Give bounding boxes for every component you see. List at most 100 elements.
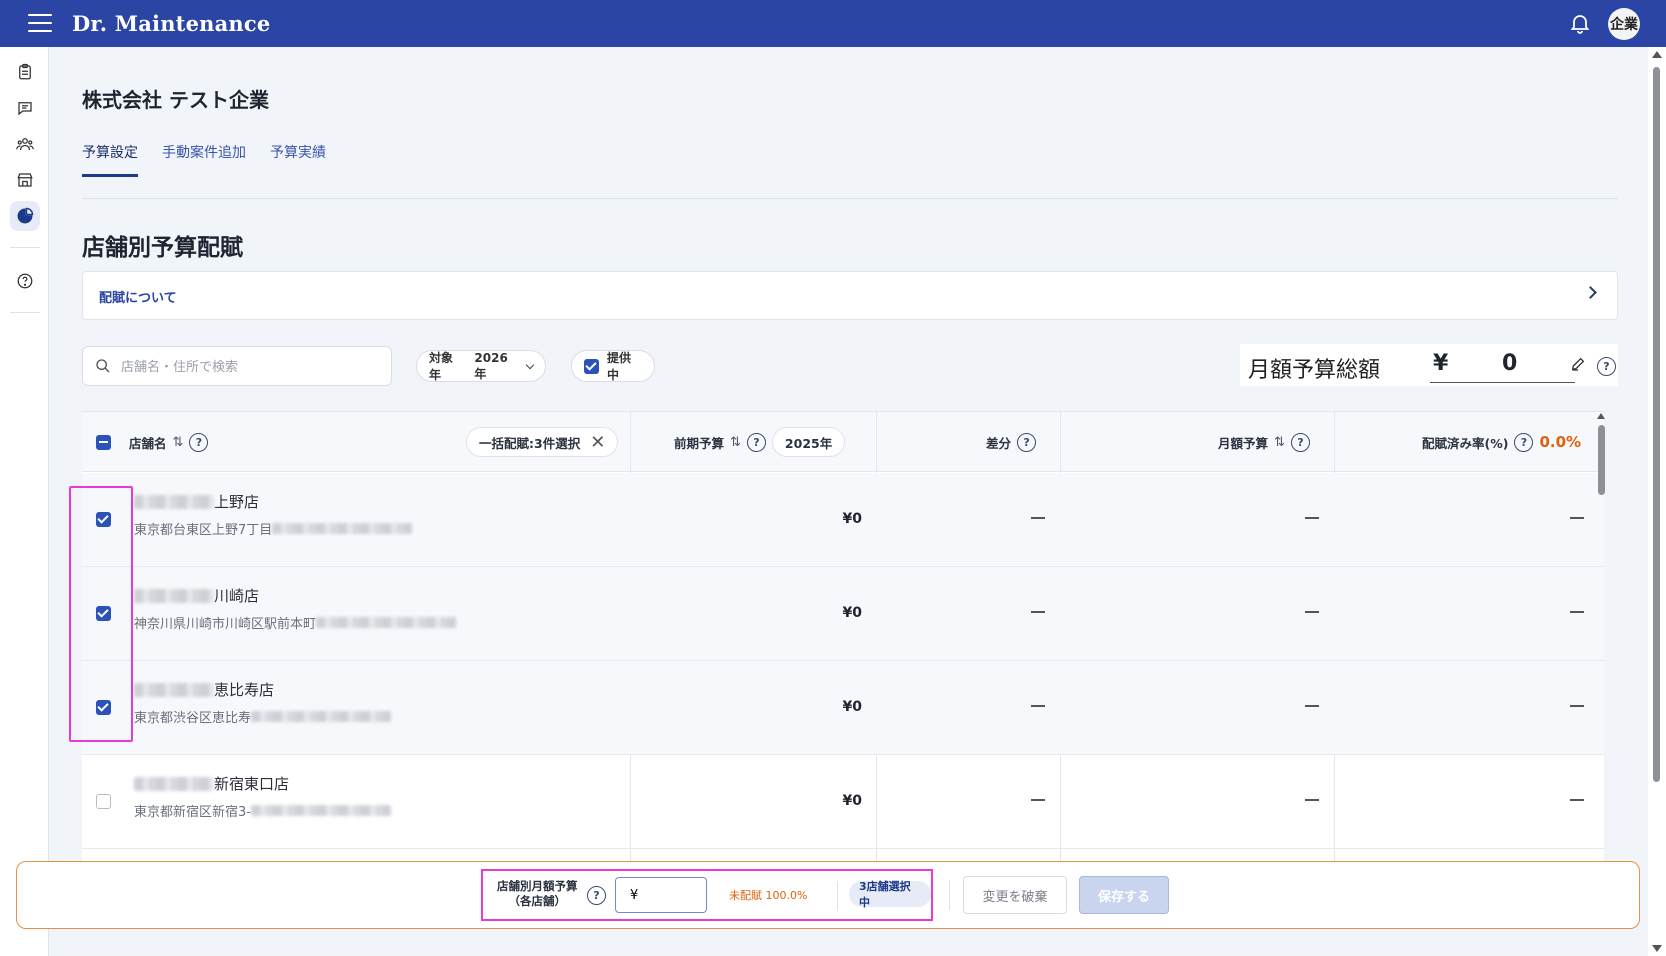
table-row[interactable]: 川崎店 神奈川県川崎市川崎区駅前本町 ¥0 xyxy=(82,567,1604,661)
save-button[interactable]: 保存する xyxy=(1079,876,1169,914)
diff-empty-dash xyxy=(1031,799,1045,801)
row-checkbox[interactable] xyxy=(96,512,111,527)
store-name-help-icon[interactable]: ? xyxy=(189,432,209,452)
active-filter-checkbox[interactable] xyxy=(584,358,599,374)
row-checkbox[interactable] xyxy=(96,606,111,621)
store-name: 恵比寿店 xyxy=(134,679,274,700)
prev-budget-cell: ¥0 xyxy=(842,793,862,809)
header-prev-budget: 前期予算 ⇅ ? 2025年 xyxy=(674,412,846,472)
table-scrollbar[interactable] xyxy=(1596,411,1608,871)
redacted-text xyxy=(316,617,457,628)
active-filter-label: 提供中 xyxy=(607,351,632,382)
store-address: 神奈川県川崎市川崎区駅前本町 xyxy=(134,613,457,632)
alloc-rate-empty-dash xyxy=(1570,611,1584,613)
tab-budget-settings[interactable]: 予算設定 xyxy=(82,142,138,177)
header-store-name-label: 店舗名 xyxy=(129,435,167,451)
bulk-budget-input[interactable] xyxy=(615,877,707,913)
bulk-budget-group: 店舗別月額予算 （各店舗） ? 未配賦 100.0% 3店舗選択中 xyxy=(481,869,933,921)
store-address-text: 東京都渋谷区恵比寿 xyxy=(134,711,252,726)
header-monthly-budget-label: 月額予算 xyxy=(1218,435,1269,451)
budget-total-value[interactable]: 0 xyxy=(1502,351,1517,376)
prev-budget-cell: ¥0 xyxy=(842,511,862,527)
store-name: 上野店 xyxy=(134,491,259,512)
store-name-suffix: 上野店 xyxy=(214,493,260,511)
redacted-text xyxy=(134,682,214,697)
bulk-budget-label: 店舗別月額予算 （各店舗） xyxy=(497,879,578,909)
store-name-suffix: 新宿東口店 xyxy=(214,775,290,793)
tab-budget-actual[interactable]: 予算実績 xyxy=(270,142,326,177)
budget-pie-icon[interactable] xyxy=(10,201,40,231)
diff-help-icon[interactable]: ? xyxy=(1017,432,1037,452)
top-app-bar: Dr. Maintenance 企業 xyxy=(0,0,1666,47)
brand-logo[interactable]: Dr. Maintenance xyxy=(72,11,270,36)
redacted-text xyxy=(251,711,392,722)
bulk-budget-help-icon[interactable]: ? xyxy=(587,886,606,905)
store-icon[interactable] xyxy=(10,165,40,195)
table-row[interactable]: 上野店 東京都台東区上野7丁目 ¥0 xyxy=(82,473,1604,567)
diff-empty-dash xyxy=(1031,705,1045,707)
prev-budget-help-icon[interactable]: ? xyxy=(746,432,766,452)
budget-total-currency: ¥ xyxy=(1433,351,1449,376)
bulk-budget-label-line1: 店舗別月額予算 xyxy=(497,879,578,893)
search-icon xyxy=(96,359,110,373)
company-name: 株式会社 テスト企業 xyxy=(82,88,269,112)
monthly-budget-empty-dash[interactable] xyxy=(1305,517,1319,519)
redacted-text xyxy=(134,494,214,509)
edit-pencil-icon[interactable] xyxy=(1570,356,1586,372)
unallocated-status: 未配賦 100.0% xyxy=(729,889,808,902)
avatar[interactable]: 企業 xyxy=(1608,8,1640,40)
side-nav xyxy=(0,47,49,956)
clipboard-icon[interactable] xyxy=(10,57,40,87)
store-name-suffix: 川崎店 xyxy=(214,587,260,605)
users-icon[interactable] xyxy=(10,129,40,159)
header-alloc-rate-label: 配賦済み率(%) xyxy=(1422,435,1509,451)
budget-total-help-icon[interactable]: ? xyxy=(1597,357,1616,376)
header-alloc-rate: 配賦済み率(%) ? 0.0% xyxy=(1422,412,1581,472)
search-box xyxy=(82,346,392,386)
help-icon[interactable] xyxy=(10,266,40,296)
alloc-rate-help-icon[interactable]: ? xyxy=(1514,432,1534,452)
chat-icon[interactable] xyxy=(10,93,40,123)
alloc-rate-value: 0.0% xyxy=(1539,433,1582,451)
monthly-budget-empty-dash[interactable] xyxy=(1305,705,1319,707)
alloc-rate-empty-dash xyxy=(1570,517,1584,519)
discard-changes-button[interactable]: 変更を破棄 xyxy=(963,876,1067,914)
row-checkbox[interactable] xyxy=(96,700,111,715)
prev-budget-cell: ¥0 xyxy=(842,699,862,715)
page-scrollbar[interactable] xyxy=(1648,47,1666,956)
store-address-text: 東京都新宿区新宿3- xyxy=(134,805,251,820)
table-row[interactable]: 新宿東口店 東京都新宿区新宿3- ¥0 xyxy=(82,755,1604,849)
header-bulk-chip-wrap: 一括配賦:3件選択 ✕ xyxy=(466,412,619,472)
menu-icon[interactable] xyxy=(28,14,52,32)
about-allocation-link[interactable]: 配賦について xyxy=(82,271,1618,320)
table-row[interactable]: 恵比寿店 東京都渋谷区恵比寿 ¥0 xyxy=(82,661,1604,755)
tab-manual-add[interactable]: 手動案件追加 xyxy=(162,142,246,177)
store-address: 東京都新宿区新宿3- xyxy=(134,801,391,820)
bell-icon[interactable] xyxy=(1568,11,1592,35)
sort-icon[interactable]: ⇅ xyxy=(173,435,184,450)
store-budget-table: 店舗名 ⇅ ? 一括配賦:3件選択 ✕ 前期予算 ⇅ ? 2025年 差分 ? … xyxy=(82,411,1604,871)
store-name-suffix: 恵比寿店 xyxy=(214,681,275,699)
row-checkbox[interactable] xyxy=(96,794,111,809)
table-header: 店舗名 ⇅ ? 一括配賦:3件選択 ✕ 前期予算 ⇅ ? 2025年 差分 ? … xyxy=(82,412,1604,472)
prev-year-chip[interactable]: 2025年 xyxy=(771,427,846,457)
monthly-budget-empty-dash[interactable] xyxy=(1305,799,1319,801)
active-filter-toggle[interactable]: 提供中 xyxy=(571,350,655,382)
monthly-budget-empty-dash[interactable] xyxy=(1305,611,1319,613)
close-icon[interactable]: ✕ xyxy=(590,432,605,453)
select-all-checkbox[interactable] xyxy=(96,434,111,450)
monthly-budget-total: 月額予算総額 ¥ 0 ? xyxy=(1240,344,1618,386)
year-select[interactable]: 対象年 2026年 xyxy=(416,350,546,382)
sort-icon[interactable]: ⇅ xyxy=(730,435,741,450)
store-address: 東京都渋谷区恵比寿 xyxy=(134,707,392,726)
header-store-name: 店舗名 ⇅ ? xyxy=(96,412,209,472)
about-allocation-label: 配賦について xyxy=(99,291,177,306)
alloc-rate-empty-dash xyxy=(1570,705,1584,707)
bulk-allocate-chip[interactable]: 一括配賦:3件選択 ✕ xyxy=(466,427,619,457)
monthly-budget-help-icon[interactable]: ? xyxy=(1290,432,1310,452)
search-input[interactable] xyxy=(121,356,381,378)
header-diff: 差分 ? xyxy=(986,412,1037,472)
sort-icon[interactable]: ⇅ xyxy=(1274,435,1285,450)
budget-total-label: 月額予算総額 xyxy=(1248,358,1381,383)
rail-divider xyxy=(10,247,40,248)
